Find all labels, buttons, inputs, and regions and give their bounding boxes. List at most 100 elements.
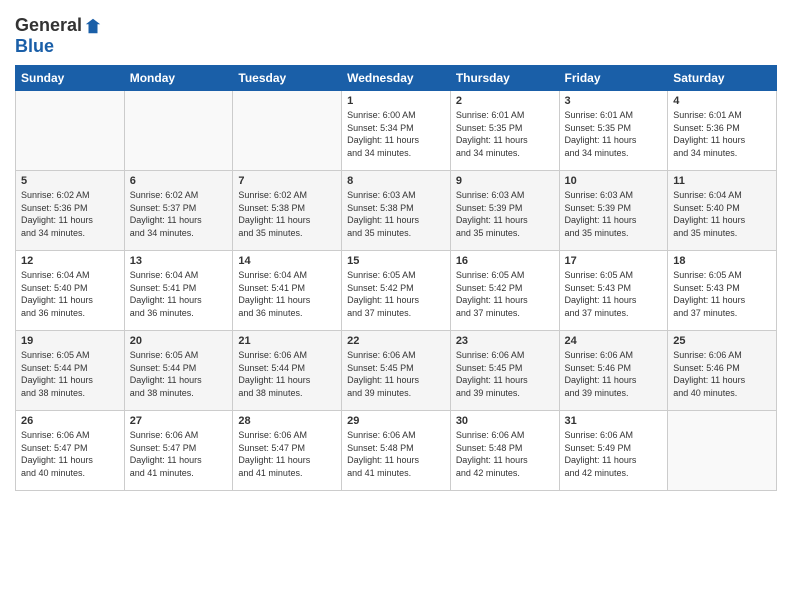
day-info: Sunrise: 6:04 AM Sunset: 5:41 PM Dayligh…: [130, 269, 228, 319]
day-number: 15: [347, 255, 445, 267]
day-info: Sunrise: 6:03 AM Sunset: 5:38 PM Dayligh…: [347, 189, 445, 239]
day-number: 30: [456, 415, 554, 427]
calendar-cell: 4Sunrise: 6:01 AM Sunset: 5:36 PM Daylig…: [668, 91, 777, 171]
calendar-cell: 24Sunrise: 6:06 AM Sunset: 5:46 PM Dayli…: [559, 331, 668, 411]
calendar-body: 1 Sunrise: 6:00 AM Sunset: 5:34 PM Daylig…: [16, 91, 777, 491]
calendar-cell: 13 Sunrise: 6:04 AM Sunset: 5:41 PM Dayli…: [124, 251, 233, 331]
day-number: 9: [456, 175, 554, 187]
day-number: 18: [673, 255, 771, 267]
day-info: Sunrise: 6:06 AM Sunset: 5:47 PM Dayligh…: [21, 429, 119, 479]
day-number: 11: [673, 175, 771, 187]
day-number: 5: [21, 175, 119, 187]
day-number: 20: [130, 335, 228, 347]
day-info: Sunrise: 6:06 AM Sunset: 5:45 PM Dayligh…: [347, 349, 445, 399]
calendar-container: General Blue SundayMondayTuesdayWednesda…: [0, 0, 792, 496]
day-number: 2: [456, 95, 554, 107]
day-info: Sunrise: 6:06 AM Sunset: 5:48 PM Dayligh…: [347, 429, 445, 479]
calendar-cell: 23 Sunrise: 6:06 AM Sunset: 5:45 PM Dayli…: [450, 331, 559, 411]
day-number: 6: [130, 175, 228, 187]
day-info: Sunrise: 6:05 AM Sunset: 5:43 PM Dayligh…: [673, 269, 771, 319]
header-wednesday: Wednesday: [342, 66, 451, 91]
day-number: 13: [130, 255, 228, 267]
day-info: Sunrise: 6:02 AM Sunset: 5:38 PM Dayligh…: [238, 189, 336, 239]
calendar-cell: 16 Sunrise: 6:05 AM Sunset: 5:42 PM Dayli…: [450, 251, 559, 331]
calendar-cell: 28 Sunrise: 6:06 AM Sunset: 5:47 PM Dayli…: [233, 411, 342, 491]
calendar-cell: 30Sunrise: 6:06 AM Sunset: 5:48 PM Dayli…: [450, 411, 559, 491]
calendar-cell: 6 Sunrise: 6:02 AM Sunset: 5:37 PM Daylig…: [124, 171, 233, 251]
header: General Blue: [15, 10, 777, 57]
logo: General Blue: [15, 15, 102, 57]
calendar-cell: 29 Sunrise: 6:06 AM Sunset: 5:48 PM Dayli…: [342, 411, 451, 491]
logo-blue: Blue: [15, 36, 54, 56]
calendar-cell: 9 Sunrise: 6:03 AM Sunset: 5:39 PM Daylig…: [450, 171, 559, 251]
week-row-1: 5Sunrise: 6:02 AM Sunset: 5:36 PM Daylig…: [16, 171, 777, 251]
calendar-cell: 1 Sunrise: 6:00 AM Sunset: 5:34 PM Daylig…: [342, 91, 451, 171]
day-number: 16: [456, 255, 554, 267]
day-info: Sunrise: 6:04 AM Sunset: 5:40 PM Dayligh…: [21, 269, 119, 319]
day-info: Sunrise: 6:05 AM Sunset: 5:44 PM Dayligh…: [21, 349, 119, 399]
calendar-cell: 7 Sunrise: 6:02 AM Sunset: 5:38 PM Daylig…: [233, 171, 342, 251]
day-number: 21: [238, 335, 336, 347]
day-info: Sunrise: 6:06 AM Sunset: 5:47 PM Dayligh…: [130, 429, 228, 479]
day-info: Sunrise: 6:05 AM Sunset: 5:42 PM Dayligh…: [456, 269, 554, 319]
day-number: 22: [347, 335, 445, 347]
calendar-cell: 31 Sunrise: 6:06 AM Sunset: 5:49 PM Dayli…: [559, 411, 668, 491]
calendar-cell: 14 Sunrise: 6:04 AM Sunset: 5:41 PM Dayli…: [233, 251, 342, 331]
week-row-3: 19Sunrise: 6:05 AM Sunset: 5:44 PM Dayli…: [16, 331, 777, 411]
day-info: Sunrise: 6:06 AM Sunset: 5:47 PM Dayligh…: [238, 429, 336, 479]
day-info: Sunrise: 6:02 AM Sunset: 5:37 PM Dayligh…: [130, 189, 228, 239]
calendar-cell: 18 Sunrise: 6:05 AM Sunset: 5:43 PM Dayli…: [668, 251, 777, 331]
calendar-cell: 21 Sunrise: 6:06 AM Sunset: 5:44 PM Dayli…: [233, 331, 342, 411]
day-info: Sunrise: 6:04 AM Sunset: 5:40 PM Dayligh…: [673, 189, 771, 239]
calendar-table: SundayMondayTuesdayWednesdayThursdayFrid…: [15, 65, 777, 491]
day-number: 25: [673, 335, 771, 347]
calendar-cell: [233, 91, 342, 171]
calendar-cell: 3 Sunrise: 6:01 AM Sunset: 5:35 PM Daylig…: [559, 91, 668, 171]
day-info: Sunrise: 6:03 AM Sunset: 5:39 PM Dayligh…: [565, 189, 663, 239]
calendar-cell: 2Sunrise: 6:01 AM Sunset: 5:35 PM Daylig…: [450, 91, 559, 171]
week-row-0: 1 Sunrise: 6:00 AM Sunset: 5:34 PM Daylig…: [16, 91, 777, 171]
day-info: Sunrise: 6:06 AM Sunset: 5:45 PM Dayligh…: [456, 349, 554, 399]
day-info: Sunrise: 6:03 AM Sunset: 5:39 PM Dayligh…: [456, 189, 554, 239]
day-info: Sunrise: 6:06 AM Sunset: 5:49 PM Dayligh…: [565, 429, 663, 479]
calendar-cell: 5Sunrise: 6:02 AM Sunset: 5:36 PM Daylig…: [16, 171, 125, 251]
header-saturday: Saturday: [668, 66, 777, 91]
day-info: Sunrise: 6:06 AM Sunset: 5:44 PM Dayligh…: [238, 349, 336, 399]
logo-general: General: [15, 15, 82, 36]
calendar-cell: [124, 91, 233, 171]
day-info: Sunrise: 6:05 AM Sunset: 5:42 PM Dayligh…: [347, 269, 445, 319]
day-number: 7: [238, 175, 336, 187]
calendar-cell: 19Sunrise: 6:05 AM Sunset: 5:44 PM Dayli…: [16, 331, 125, 411]
calendar-cell: 27Sunrise: 6:06 AM Sunset: 5:47 PM Dayli…: [124, 411, 233, 491]
day-number: 8: [347, 175, 445, 187]
day-number: 14: [238, 255, 336, 267]
calendar-cell: 25 Sunrise: 6:06 AM Sunset: 5:46 PM Dayli…: [668, 331, 777, 411]
day-number: 31: [565, 415, 663, 427]
day-number: 26: [21, 415, 119, 427]
calendar-cell: 26 Sunrise: 6:06 AM Sunset: 5:47 PM Dayli…: [16, 411, 125, 491]
day-number: 29: [347, 415, 445, 427]
calendar-cell: 20Sunrise: 6:05 AM Sunset: 5:44 PM Dayli…: [124, 331, 233, 411]
day-info: Sunrise: 6:00 AM Sunset: 5:34 PM Dayligh…: [347, 109, 445, 159]
day-number: 12: [21, 255, 119, 267]
week-row-4: 26 Sunrise: 6:06 AM Sunset: 5:47 PM Dayli…: [16, 411, 777, 491]
calendar-cell: 15 Sunrise: 6:05 AM Sunset: 5:42 PM Dayli…: [342, 251, 451, 331]
header-row: SundayMondayTuesdayWednesdayThursdayFrid…: [16, 66, 777, 91]
day-number: 3: [565, 95, 663, 107]
calendar-cell: 8 Sunrise: 6:03 AM Sunset: 5:38 PM Daylig…: [342, 171, 451, 251]
day-number: 1: [347, 95, 445, 107]
day-info: Sunrise: 6:01 AM Sunset: 5:35 PM Dayligh…: [565, 109, 663, 159]
week-row-2: 12 Sunrise: 6:04 AM Sunset: 5:40 PM Dayli…: [16, 251, 777, 331]
header-friday: Friday: [559, 66, 668, 91]
header-sunday: Sunday: [16, 66, 125, 91]
day-number: 17: [565, 255, 663, 267]
day-number: 28: [238, 415, 336, 427]
day-info: Sunrise: 6:04 AM Sunset: 5:41 PM Dayligh…: [238, 269, 336, 319]
day-number: 4: [673, 95, 771, 107]
day-info: Sunrise: 6:06 AM Sunset: 5:46 PM Dayligh…: [673, 349, 771, 399]
logo-flag-icon: [84, 17, 102, 35]
day-info: Sunrise: 6:05 AM Sunset: 5:43 PM Dayligh…: [565, 269, 663, 319]
header-thursday: Thursday: [450, 66, 559, 91]
calendar-cell: [16, 91, 125, 171]
day-number: 23: [456, 335, 554, 347]
